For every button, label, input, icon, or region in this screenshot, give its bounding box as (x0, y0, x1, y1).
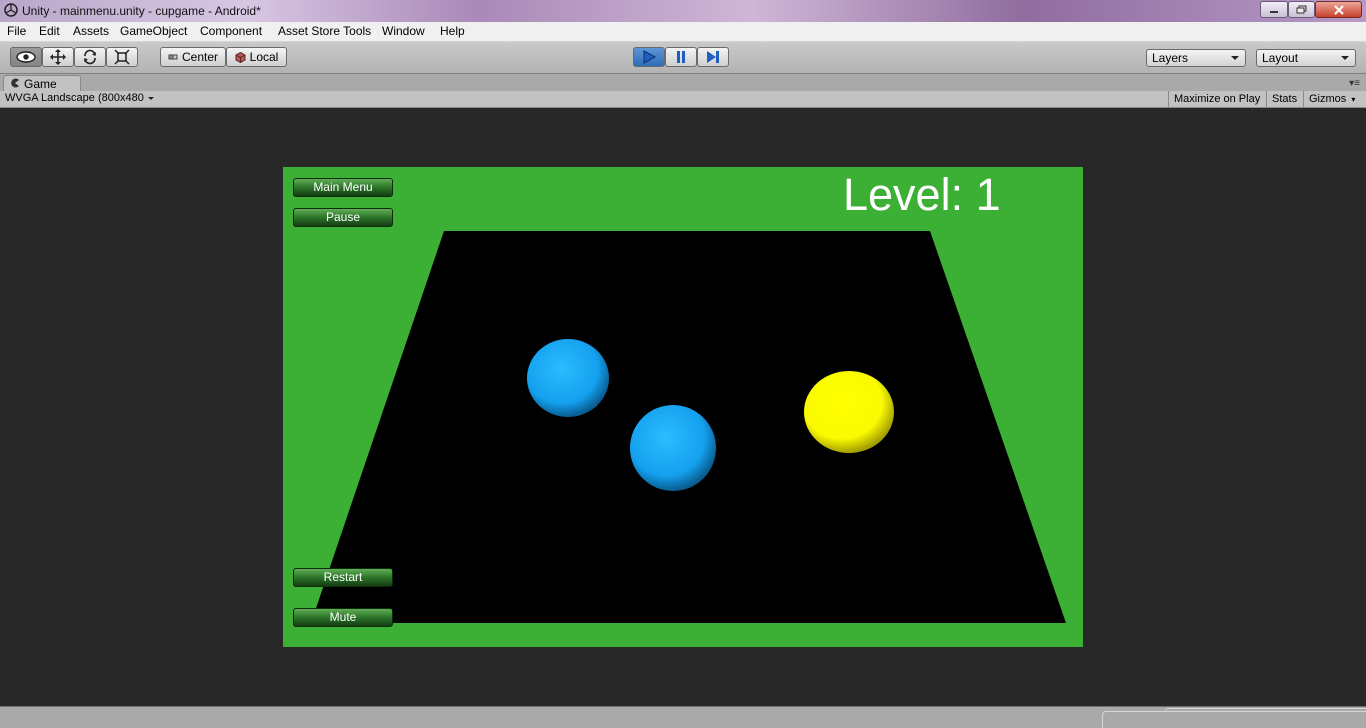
level-text: Level: 1 (843, 169, 1001, 220)
pause-button[interactable] (665, 47, 697, 67)
play-icon (643, 50, 656, 64)
close-button[interactable] (1315, 1, 1362, 18)
main-menu-button[interactable]: Main Menu (293, 178, 393, 197)
view-tool-button[interactable] (10, 47, 42, 67)
menu-asset-store-tools[interactable]: Asset Store Tools (278, 24, 371, 38)
game-pacman-icon (11, 78, 19, 88)
game-tab-bar: Game ▾≡ (0, 74, 1366, 91)
gizmos-label: Gizmos (1309, 93, 1347, 105)
pivot-icon (168, 54, 178, 60)
stats-label: Stats (1272, 93, 1298, 105)
menu-gameobject[interactable]: GameObject (120, 24, 187, 38)
pivot-center-toggle[interactable]: Center (160, 47, 226, 67)
aspect-label: WVGA Landscape (800x480 (5, 92, 144, 104)
pivot-local-label: Local (249, 50, 279, 64)
blue-ball (527, 339, 609, 417)
game-viewport: Main Menu Pause Restart Mute Level: 1 (0, 108, 1366, 706)
layers-label: Layers (1152, 51, 1189, 65)
title-bar: Unity - mainmenu.unity - cupgame - Andro… (0, 0, 1366, 22)
mute-button[interactable]: Mute (293, 608, 393, 627)
unity-logo-icon (4, 3, 18, 17)
stats-toggle[interactable]: Stats (1266, 91, 1302, 108)
menu-window[interactable]: Window (382, 24, 425, 38)
menu-file[interactable]: File (7, 24, 26, 38)
tab-game-label: Game (24, 77, 57, 91)
cube-icon (235, 51, 246, 63)
minimize-button[interactable] (1260, 1, 1288, 18)
move-arrows-icon (50, 49, 66, 65)
layers-dropdown[interactable]: Layers (1146, 49, 1246, 67)
menu-edit[interactable]: Edit (39, 24, 60, 38)
pivot-center-label: Center (181, 50, 219, 64)
tab-game[interactable]: Game (3, 75, 81, 91)
close-icon (1333, 4, 1344, 15)
window-resize-edge (1102, 711, 1366, 728)
game-board (311, 231, 1066, 623)
pause-game-button[interactable]: Pause (293, 208, 393, 227)
chevron-down-icon (1231, 56, 1239, 60)
eye-icon (16, 51, 36, 63)
menu-assets[interactable]: Assets (73, 24, 109, 38)
scale-tool-button[interactable] (106, 47, 138, 67)
minimize-icon (1270, 10, 1278, 13)
aspect-dropdown[interactable]: WVGA Landscape (800x480 (5, 92, 154, 107)
blue-ball (630, 405, 716, 491)
yellow-ball (804, 371, 894, 453)
play-button[interactable] (633, 47, 665, 67)
step-button[interactable] (697, 47, 729, 67)
maximize-on-play-toggle[interactable]: Maximize on Play (1168, 91, 1265, 108)
rotate-tool-button[interactable] (74, 47, 106, 67)
chevron-down-icon (1341, 56, 1349, 60)
panel-menu-icon[interactable]: ▾≡ (1349, 78, 1360, 89)
restore-icon (1296, 5, 1306, 13)
rotate-icon (84, 49, 96, 65)
pause-icon (677, 51, 685, 63)
layout-label: Layout (1262, 51, 1299, 65)
window-title: Unity - mainmenu.unity - cupgame - Andro… (22, 4, 261, 18)
game-view-toolbar: WVGA Landscape (800x480 Maximize on Play… (0, 91, 1366, 108)
game-screen[interactable]: Main Menu Pause Restart Mute Level: 1 (283, 167, 1083, 647)
pivot-local-toggle[interactable]: Local (226, 47, 287, 67)
menu-component[interactable]: Component (200, 24, 262, 38)
move-tool-button[interactable] (42, 47, 74, 67)
maximize-on-play-label: Maximize on Play (1174, 93, 1261, 105)
maximize-button[interactable] (1288, 1, 1315, 18)
chevron-down-icon (147, 97, 154, 100)
chevron-down-icon: ▾ (1351, 95, 1356, 104)
layout-dropdown[interactable]: Layout (1256, 49, 1356, 67)
gizmos-toggle[interactable]: Gizmos ▾ (1303, 91, 1360, 108)
menu-help[interactable]: Help (440, 24, 465, 38)
status-bar (0, 706, 1366, 728)
scale-icon (114, 49, 130, 65)
menu-bar: File Edit Assets GameObject Component As… (0, 22, 1366, 42)
main-toolbar: Center Local Layers Layout (0, 42, 1366, 74)
restart-button[interactable]: Restart (293, 568, 393, 587)
step-icon (707, 51, 719, 63)
